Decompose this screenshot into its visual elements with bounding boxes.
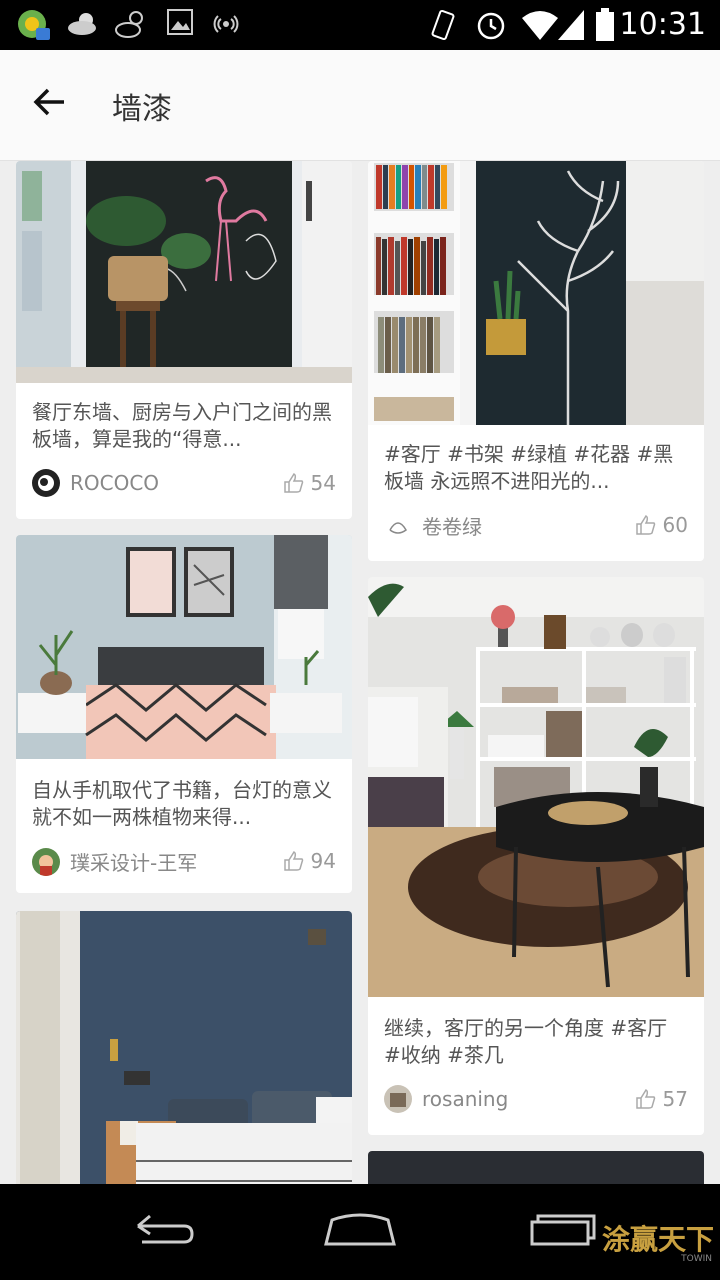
status-bar: 10:31 xyxy=(0,0,720,50)
weather-cloud-icon xyxy=(66,8,100,42)
avatar xyxy=(32,469,60,497)
post-card[interactable] xyxy=(368,1151,704,1184)
like-count-value: 94 xyxy=(310,849,336,873)
like-count[interactable]: 60 xyxy=(635,513,688,537)
like-count[interactable]: 57 xyxy=(635,1087,688,1111)
post-description: 继续，客厅的另一个角度 #客厅 #收纳 #茶几 xyxy=(384,1016,668,1067)
author-name: ROCOCO xyxy=(70,471,160,495)
thumbs-up-icon xyxy=(635,1089,655,1109)
author-name: rosaning xyxy=(422,1087,509,1111)
post-card[interactable]: 餐厅东墙、厨房与入户门之间的黑板墙，算是我的“得意... ROCOCO 54 xyxy=(16,161,352,519)
post-card[interactable]: 继续，客厅的另一个角度 #客厅 #收纳 #茶几 rosaning 57 xyxy=(368,577,704,1135)
post-author[interactable]: 卷卷绿 xyxy=(384,511,482,540)
post-description: 自从手机取代了书籍，台灯的意义就不如一两株植物来得... xyxy=(32,778,332,829)
like-count-value: 57 xyxy=(662,1087,688,1111)
post-author[interactable]: rosaning xyxy=(384,1085,508,1113)
back-button[interactable] xyxy=(30,82,82,130)
signal-icon xyxy=(556,8,586,46)
watermark-logo: 涂赢天下 xyxy=(601,1223,714,1256)
post-image xyxy=(368,161,704,425)
home-nav-button[interactable] xyxy=(322,1208,398,1252)
like-count-value: 60 xyxy=(662,513,688,537)
post-card[interactable] xyxy=(16,911,352,1184)
like-count-value: 54 xyxy=(310,471,336,495)
like-count[interactable]: 94 xyxy=(283,849,336,873)
thumbs-up-icon xyxy=(283,851,303,871)
post-description: 餐厅东墙、厨房与入户门之间的黑板墙，算是我的“得意... xyxy=(32,400,332,451)
post-image xyxy=(16,911,352,1184)
back-nav-button[interactable] xyxy=(124,1208,196,1252)
post-description: #客厅 #书架 #绿植 #花器 #黑板墙 永远照不进阳光的... xyxy=(384,442,674,493)
app-bar: 墙漆 xyxy=(0,50,720,161)
page-title: 墙漆 xyxy=(112,92,172,127)
feed-grid: 餐厅东墙、厨房与入户门之间的黑板墙，算是我的“得意... ROCOCO 54 #… xyxy=(0,161,720,1184)
post-image xyxy=(368,577,704,997)
back-nav-icon xyxy=(137,1214,194,1244)
hotspot-icon xyxy=(208,8,244,44)
post-image xyxy=(16,161,352,383)
wifi-icon xyxy=(520,8,560,46)
thumbs-up-icon xyxy=(635,515,655,535)
thumbs-up-icon xyxy=(283,473,303,493)
avatar xyxy=(32,847,60,876)
system-nav-bar: 涂赢天下 TOWIN xyxy=(0,1184,720,1280)
alarm-icon xyxy=(474,8,508,46)
author-name: 璞采设计-王军 xyxy=(70,851,198,875)
post-image xyxy=(368,1151,704,1184)
arrow-left-icon xyxy=(33,88,64,116)
status-time: 10:31 xyxy=(619,7,706,42)
post-author[interactable]: ROCOCO xyxy=(32,469,159,497)
battery-icon xyxy=(594,8,616,46)
home-nav-icon xyxy=(324,1213,396,1246)
app-notification-icon xyxy=(16,8,52,48)
vibrate-icon xyxy=(428,8,460,46)
post-card[interactable]: 自从手机取代了书籍，台灯的意义就不如一两株植物来得... 璞采设计-王军 94 xyxy=(16,535,352,893)
avatar xyxy=(384,511,412,540)
post-card[interactable]: #客厅 #书架 #绿植 #花器 #黑板墙 永远照不进阳光的... 卷卷绿 60 xyxy=(368,161,704,561)
post-image xyxy=(16,535,352,759)
recents-nav-icon xyxy=(530,1214,596,1246)
author-name: 卷卷绿 xyxy=(422,515,482,539)
watermark-sub: TOWIN xyxy=(681,1254,712,1264)
like-count[interactable]: 54 xyxy=(283,471,336,495)
recents-nav-button[interactable] xyxy=(526,1208,598,1252)
avatar xyxy=(384,1085,412,1113)
post-author[interactable]: 璞采设计-王军 xyxy=(32,847,197,876)
weather-partly-cloudy-icon xyxy=(114,8,148,44)
image-icon xyxy=(166,8,194,40)
